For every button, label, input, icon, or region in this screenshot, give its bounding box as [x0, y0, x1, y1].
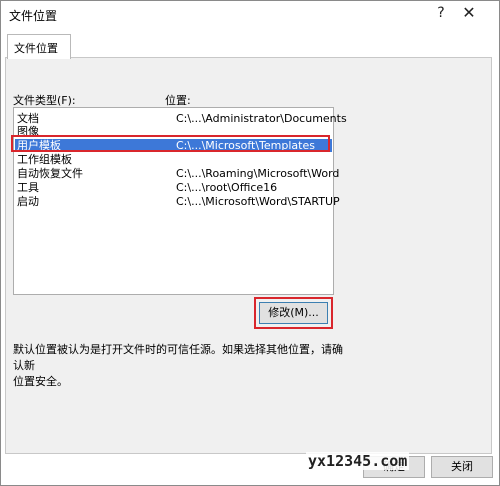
dialog-title: 文件位置 [9, 9, 58, 23]
row-type: 用户模板 [17, 139, 61, 152]
tab-file-locations[interactable]: 文件位置 [7, 34, 71, 59]
row-location: C:\...\root\Office16 [176, 181, 278, 194]
title-bar: 文件位置 ? ✕ [1, 1, 499, 27]
row-location: C:\...\Roaming\Microsoft\Word [176, 167, 340, 180]
row-location: C:\...\Administrator\Documents [176, 112, 347, 125]
list-row-documents[interactable]: 文档 C:\...\Administrator\Documents [15, 112, 347, 125]
row-location: C:\...\Microsoft\Templates [176, 139, 315, 152]
location-header: 位置: [165, 94, 191, 107]
description-line: 默认位置被认为是打开文件时的可信任源。如果选择其他位置，请确认新 [13, 343, 343, 372]
file-location-list[interactable]: 文档 C:\...\Administrator\Documents 图像 用户模… [13, 107, 347, 295]
modify-button[interactable]: 修改(M)... [259, 302, 328, 324]
close-button[interactable]: 关闭 [431, 456, 493, 478]
list-row-workgroup-templates[interactable]: 工作组模板 [15, 153, 332, 166]
row-type: 启动 [17, 195, 39, 208]
description-line: 位置安全。 [13, 375, 68, 388]
list-row-images[interactable]: 图像 [15, 125, 332, 138]
tab-label: 文件位置 [14, 42, 58, 55]
site-watermark: yx12345.com [306, 452, 410, 470]
row-type: 文档 [17, 112, 39, 125]
list-row-startup[interactable]: 启动 C:\...\Microsoft\Word\STARTUP [15, 195, 340, 208]
list-row-autorecover[interactable]: 自动恢复文件 C:\...\Roaming\Microsoft\Word [15, 167, 339, 180]
close-icon[interactable]: ✕ [457, 3, 481, 23]
row-location: C:\...\Microsoft\Word\STARTUP [176, 195, 340, 208]
file-type-header: 文件类型(F): [13, 94, 76, 107]
row-type: 自动恢复文件 [17, 167, 83, 180]
row-type: 图像 [17, 125, 39, 138]
help-icon[interactable]: ? [429, 3, 453, 23]
row-type: 工具 [17, 181, 39, 194]
list-row-tools[interactable]: 工具 C:\...\root\Office16 [15, 181, 332, 194]
trust-description: 默认位置被认为是打开文件时的可信任源。如果选择其他位置，请确认新 位置安全。 [13, 342, 343, 390]
row-type: 工作组模板 [17, 153, 72, 166]
modify-button-highlight: 修改(M)... [254, 297, 333, 329]
list-row-user-templates[interactable]: 用户模板 C:\...\Microsoft\Templates [15, 139, 332, 152]
